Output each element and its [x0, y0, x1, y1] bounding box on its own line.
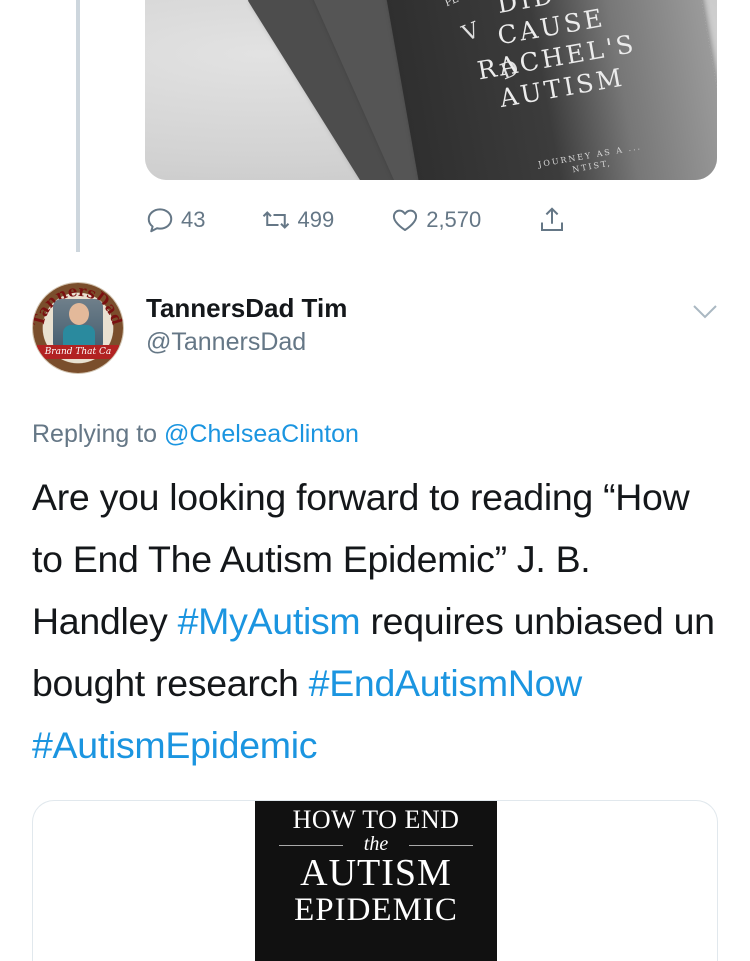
- thread-connector-line: [76, 0, 80, 252]
- display-name[interactable]: TannersDad Tim: [146, 293, 347, 324]
- hashtag-link[interactable]: #MyAutism: [178, 600, 361, 642]
- reply-button[interactable]: 43: [145, 205, 205, 235]
- like-count: 2,570: [426, 207, 482, 232]
- reply-icon: [147, 208, 173, 233]
- card-book-line: EPIDEMIC: [294, 892, 458, 928]
- tweet-media-image[interactable]: V D PE DID CAUSE RACHEL'S AUTISM JOURNEY…: [145, 0, 717, 180]
- like-button[interactable]: 2,570: [390, 205, 481, 235]
- replying-to-handle-link[interactable]: @ChelseaClinton: [164, 420, 359, 448]
- avatar-banner: Brand That Ca: [37, 345, 119, 359]
- retweet-count: 499: [297, 207, 335, 232]
- heart-icon: [393, 209, 418, 231]
- replying-to-label: Replying to: [32, 420, 158, 448]
- card-book-line: AUTISM: [300, 852, 452, 894]
- replying-to-line: Replying to @ChelseaClinton: [32, 420, 359, 449]
- share-button[interactable]: [537, 205, 573, 235]
- card-book-line: the: [255, 834, 497, 854]
- avatar-face: [69, 303, 89, 325]
- retweet-button[interactable]: 499: [261, 205, 334, 235]
- share-icon: [541, 207, 564, 231]
- user-handle[interactable]: @TannersDad: [146, 328, 306, 357]
- tweet-action-bar: 43 499 2,570: [145, 200, 573, 240]
- hashtag-link[interactable]: #EndAutismNow: [309, 662, 583, 704]
- chevron-down-icon[interactable]: [692, 303, 718, 321]
- avatar[interactable]: TannersDad Brand That Ca: [32, 282, 124, 374]
- card-book-line: HOW TO END: [292, 805, 460, 834]
- reply-count: 43: [181, 207, 206, 232]
- card-book-cover: HOW TO END the AUTISM EPIDEMIC: [255, 801, 497, 961]
- hashtag-link[interactable]: #AutismEpidemic: [32, 724, 318, 766]
- retweet-icon: [263, 211, 290, 229]
- tweet-text: Are you looking forward to reading “How …: [32, 466, 722, 776]
